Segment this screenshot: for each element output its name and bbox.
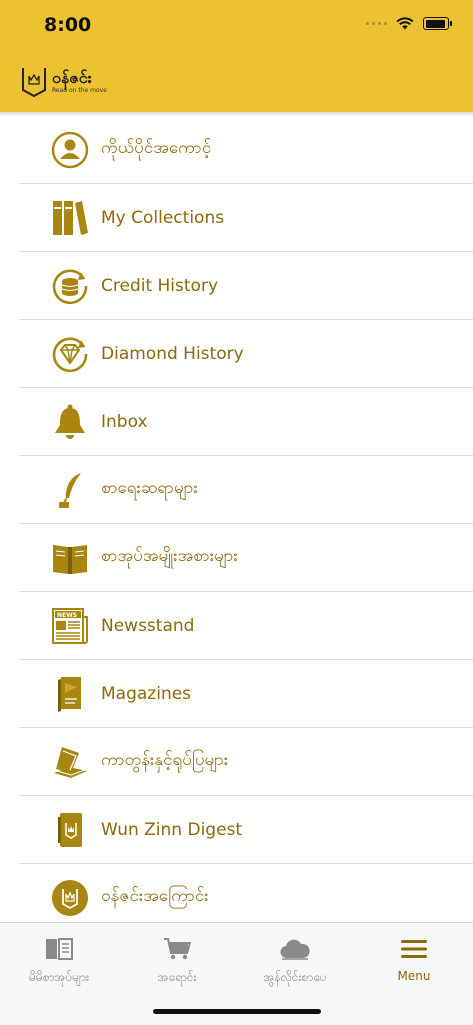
menu-item-label: ကာတွန်းနှင့်ရုပ်ပြများ [101,750,229,770]
quill-icon [50,470,90,510]
newspaper-icon: NEWS [50,606,90,646]
library-icon [0,935,118,963]
menu-item-comics[interactable]: ကာတွန်းနှင့်ရုပ်ပြများ [19,728,473,796]
menu-item-label: Credit History [101,275,219,296]
tab-label: Menu [397,969,431,983]
menu-item-book-categories[interactable]: စာအုပ်အမျိုးအစားများ [19,524,473,592]
logo-tagline: Read on the move [52,87,107,94]
menu-item-newsstand[interactable]: NEWS Newsstand [19,592,473,660]
home-indicator[interactable] [153,1009,321,1014]
menu-item-label: စာအုပ်အမျိုးအစားများ [101,546,238,566]
books-icon [50,198,90,238]
svg-text:NEWS: NEWS [57,612,77,619]
tab-online-reading[interactable]: အွန်လိုင်းစာပေ [236,935,354,987]
menu-item-account[interactable]: ကိုယ်ပိုင်အကောင့် [19,116,473,184]
coins-history-icon [50,266,90,306]
tab-menu[interactable]: Menu [355,935,473,983]
menu-item-label: စာရေးဆရာများ [101,478,198,498]
menu-item-credit-history[interactable]: Credit History [19,252,473,320]
menu-item-authors[interactable]: စာရေးဆရာများ [19,456,473,524]
tab-my-books[interactable]: မိမိစာအုပ်များ [0,935,118,987]
menu-item-about[interactable]: ဝန်ဇင်းအကြောင်း [19,864,473,931]
tab-label: အရောင်း [157,970,197,984]
tab-label: အွန်လိုင်းစာပေ [263,970,327,984]
digest-icon [50,810,90,850]
wifi-icon [396,17,414,30]
status-icons [366,17,452,30]
menu-item-my-collections[interactable]: My Collections [19,184,473,252]
menu-item-label: Newsstand [101,615,195,636]
about-icon [50,878,90,918]
menu-item-label: Diamond History [101,343,244,364]
menu-item-label: Inbox [101,411,148,432]
menu-item-label: Magazines [101,683,192,704]
logo-title: ဝန်ဇင်း [52,68,92,87]
comics-icon [50,742,90,782]
menu-item-diamond-history[interactable]: Diamond History [19,320,473,388]
menu-item-inbox[interactable]: Inbox [19,388,473,456]
battery-icon [423,17,452,30]
cloud-icon [236,935,354,963]
tab-label: မိမိစာအုပ်များ [29,970,89,984]
menu-item-label: ဝန်ဇင်းအကြောင်း [101,886,209,906]
logo-book-icon [22,68,46,98]
menu-list: ကိုယ်ပိုင်အကောင့် My Collections Credit … [19,116,473,931]
diamond-history-icon [50,334,90,374]
tab-store[interactable]: အရောင်း [118,935,236,987]
menu-item-label: Wun Zinn Digest [101,819,243,840]
status-time: 8:00 [44,14,92,36]
menu-item-label: My Collections [101,207,225,228]
menu-item-wun-zinn-digest[interactable]: Wun Zinn Digest [19,796,473,864]
menu-item-magazines[interactable]: Magazines [19,660,473,728]
app-header: 8:00 ဝန်ဇင်း Read on the move [0,0,473,112]
status-bar: 8:00 [0,0,473,52]
signal-icon [366,22,387,25]
bell-icon [50,402,90,442]
open-book-icon [50,538,90,578]
cart-icon [118,935,236,963]
profile-icon [50,130,90,170]
menu-item-label: ကိုယ်ပိုင်အကောင့် [101,138,212,158]
magazine-icon [50,674,90,714]
app-logo[interactable]: ဝန်ဇင်း Read on the move [20,66,107,98]
hamburger-icon [355,935,473,963]
